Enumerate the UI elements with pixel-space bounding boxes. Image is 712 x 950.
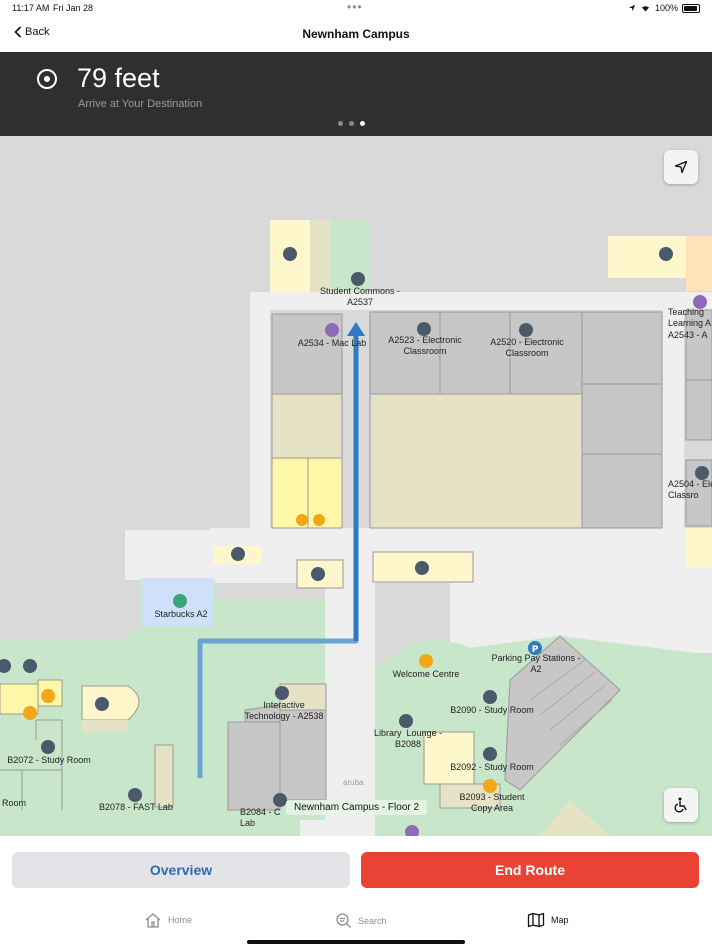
battery-percent: 100% [654, 3, 678, 13]
map-view[interactable]: P Student Commons - A2537 A2534 - Mac La… [0, 136, 712, 836]
map-label-a2520[interactable]: A2520 - Electronic Classroom [484, 337, 570, 360]
map-label-library[interactable]: Library Lounge - B2088 [368, 728, 448, 751]
multitasking-dots-icon[interactable]: ••• [347, 0, 363, 14]
page-dot[interactable] [349, 121, 354, 126]
map-label-student-commons[interactable]: Student Commons - A2537 [312, 286, 408, 309]
map-label-teaching[interactable]: Teaching Learning A A2543 - A [668, 307, 712, 341]
navigation-bar: Back Newnham Campus [0, 18, 712, 52]
page-dot[interactable] [338, 121, 343, 126]
tab-map-label: Map [551, 915, 569, 925]
map-label-b2084[interactable]: B2084 - C Lab [240, 807, 281, 830]
map-label-mac-lab[interactable]: A2534 - Mac Lab [292, 338, 372, 349]
map-label-a2523[interactable]: A2523 - Electronic Classroom [382, 335, 468, 358]
map-label-b2078[interactable]: B2078 - FAST Lab [96, 802, 176, 813]
home-indicator[interactable] [247, 940, 465, 944]
recenter-button[interactable] [664, 150, 698, 184]
end-route-button[interactable]: End Route [361, 852, 699, 888]
poi-layer: P [0, 247, 709, 836]
tab-search[interactable]: Search [335, 912, 387, 929]
map-label-b2093[interactable]: B2093 - Student Copy Area [452, 792, 532, 815]
status-right: 100% [628, 3, 700, 13]
distance-text: 79 feet [77, 63, 160, 93]
search-icon [336, 913, 351, 928]
status-date: Fri Jan 28 [53, 3, 94, 13]
map-label-a2504[interactable]: A2504 - Ele Classro [668, 479, 712, 502]
status-bar: 11:17 AM Fri Jan 28 ••• 100% [0, 0, 712, 18]
page-title: Newnham Campus [302, 27, 410, 41]
tab-map[interactable]: Map [527, 912, 569, 928]
map-label-starbucks[interactable]: Starbucks A2 [146, 609, 216, 620]
map-icon [527, 912, 545, 928]
wifi-icon [641, 6, 650, 12]
aruba-watermark: aruba [343, 778, 364, 787]
tab-bar: Home Search Map [0, 912, 712, 936]
map-label-room[interactable]: Room [2, 798, 28, 809]
map-label-interactive[interactable]: Interactive Technology - A2538 [240, 700, 328, 723]
overview-button[interactable]: Overview [12, 852, 350, 888]
map-label-welcome[interactable]: Welcome Centre [386, 669, 466, 680]
page-indicator[interactable] [338, 121, 365, 126]
map-label-parking[interactable]: Parking Pay Stations - A2 [486, 653, 586, 676]
location-arrow-icon [628, 4, 636, 12]
battery-icon [682, 3, 700, 13]
destination-icon [37, 69, 57, 89]
tab-home-label: Home [168, 915, 193, 925]
bottom-panel: Overview End Route Home Search Map [0, 836, 712, 950]
instruction-text: Arrive at Your Destination [78, 98, 203, 110]
direction-banner[interactable]: 79 feet Arrive at Your Destination [0, 52, 712, 136]
page-dot-active[interactable] [360, 121, 365, 126]
map-label-b2092[interactable]: B2092 - Study Room [447, 762, 537, 773]
accessibility-button[interactable] [664, 788, 698, 822]
tab-home[interactable]: Home [144, 912, 192, 928]
tab-search-label: Search [358, 915, 387, 926]
status-time: 11:17 AM [12, 3, 50, 13]
map-label-b2090[interactable]: B2090 - Study Room [447, 705, 537, 716]
map-label-b2072[interactable]: B2072 - Study Room [6, 755, 92, 766]
wheelchair-icon [674, 797, 687, 813]
home-icon [145, 913, 161, 928]
floor-label[interactable]: Newnham Campus - Floor 2 [286, 800, 428, 815]
location-arrow-icon [674, 160, 688, 174]
